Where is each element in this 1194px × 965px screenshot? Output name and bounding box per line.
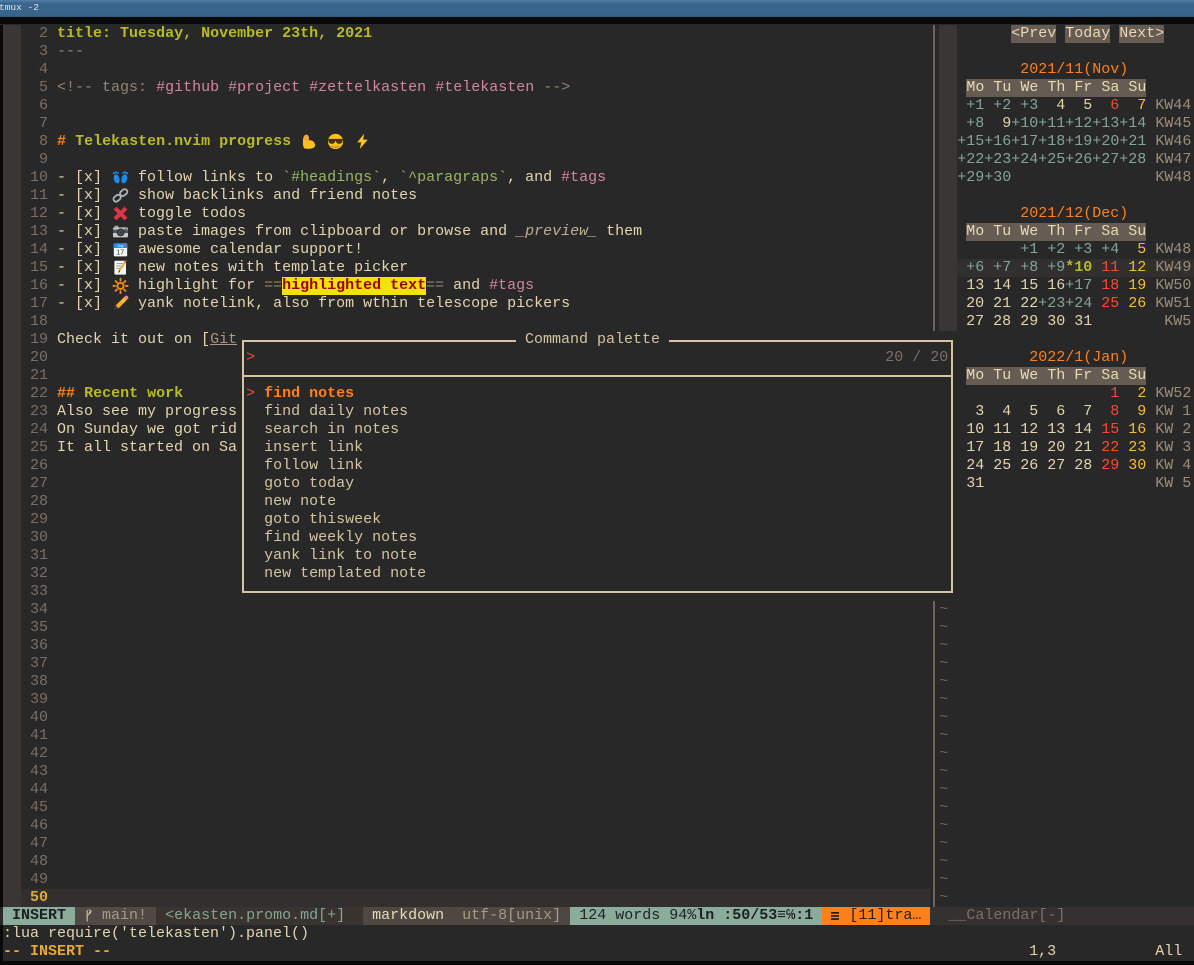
svg-text:17: 17 (116, 249, 124, 256)
svg-text:July: July (116, 244, 124, 248)
